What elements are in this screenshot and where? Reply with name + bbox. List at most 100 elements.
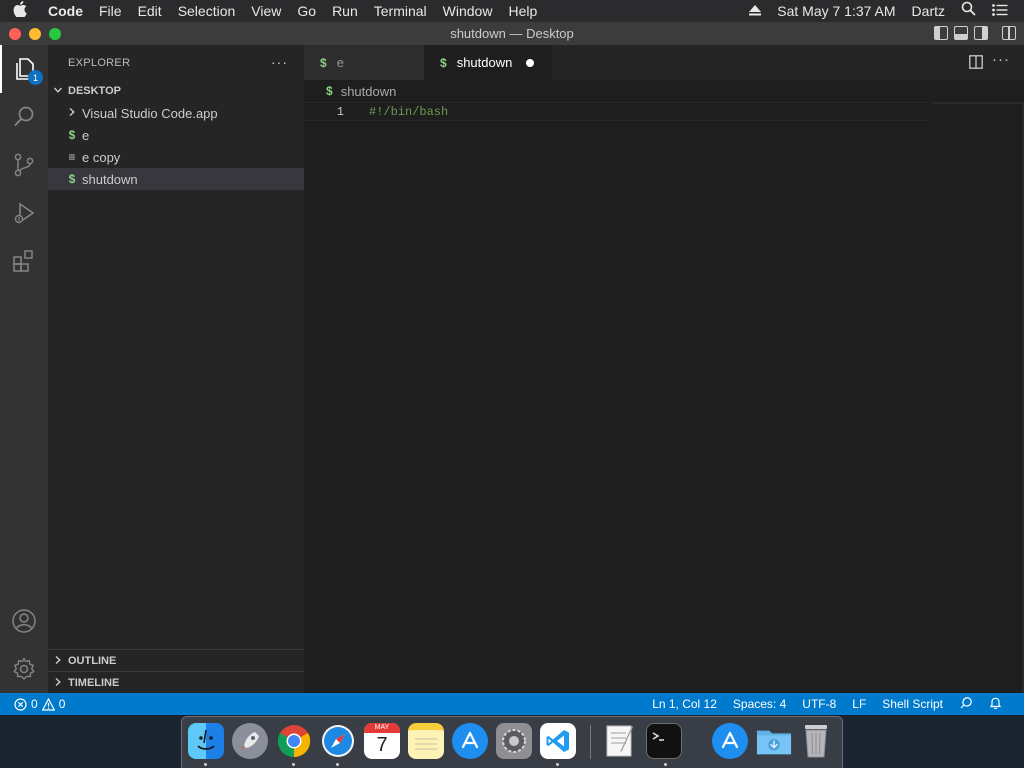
customize-layout-icon[interactable] — [1002, 26, 1016, 40]
problems-indicator[interactable]: 0 0 — [14, 693, 65, 715]
notifications-bell-icon[interactable] — [981, 696, 1010, 713]
feedback-icon[interactable] — [951, 696, 981, 713]
tree-item-label: Visual Studio Code.app — [82, 105, 218, 121]
toggle-primary-sidebar-icon[interactable] — [934, 26, 948, 40]
activity-bar: 1 — [0, 45, 48, 693]
finder-icon[interactable] — [188, 723, 224, 759]
timeline-label: TIMELINE — [68, 677, 120, 689]
tree-item-e[interactable]: $ e — [48, 124, 304, 146]
toggle-panel-icon[interactable] — [954, 26, 968, 40]
chevron-right-icon — [48, 677, 68, 690]
menu-go[interactable]: Go — [289, 0, 324, 22]
code-line[interactable]: 1 #!/bin/bash — [304, 102, 928, 121]
menu-window[interactable]: Window — [435, 0, 501, 22]
chevron-right-icon — [48, 655, 68, 668]
split-editor-icon[interactable] — [969, 55, 983, 69]
explorer-badge: 1 — [28, 70, 43, 85]
screen: Code File Edit Selection View Go Run Ter… — [0, 0, 1024, 768]
explorer-title: EXPLORER — [68, 56, 131, 69]
menu-file[interactable]: File — [91, 0, 130, 22]
status-bar: 0 0 Ln 1, Col 12 Spaces: 4 UTF-8 LF Shel… — [0, 693, 1024, 715]
outline-section[interactable]: OUTLINE — [48, 649, 304, 672]
eject-icon[interactable] — [741, 0, 769, 22]
tab-e[interactable]: $ e — [304, 45, 424, 80]
app-store-downloads-icon[interactable] — [712, 723, 748, 759]
menu-run[interactable]: Run — [324, 0, 366, 22]
downloads-folder-icon[interactable] — [756, 723, 792, 759]
toggle-secondary-sidebar-icon[interactable] — [974, 26, 988, 40]
language-mode[interactable]: Shell Script — [874, 697, 951, 711]
indentation[interactable]: Spaces: 4 — [725, 697, 794, 711]
tree-item-visual-studio-code-app[interactable]: Visual Studio Code.app — [48, 102, 304, 124]
tree-item-label: e copy — [82, 149, 121, 165]
tab-shutdown[interactable]: $ shutdown — [424, 45, 552, 80]
explorer-more-actions-icon[interactable]: ··· — [271, 54, 288, 70]
chevron-right-icon — [64, 106, 80, 120]
end-of-line[interactable]: LF — [844, 697, 874, 711]
cursor-position[interactable]: Ln 1, Col 12 — [644, 697, 725, 711]
running-indicator — [336, 763, 339, 766]
error-icon — [14, 697, 27, 711]
menu-selection[interactable]: Selection — [170, 0, 244, 22]
dock: MAY 7 — [181, 716, 843, 768]
mac-menu-bar: Code File Edit Selection View Go Run Ter… — [0, 0, 1024, 22]
menu-user[interactable]: Dartz — [904, 0, 953, 22]
tree-item-shutdown[interactable]: $ shutdown — [48, 168, 304, 190]
calendar-icon[interactable]: MAY 7 — [364, 723, 400, 759]
menu-code[interactable]: Code — [40, 0, 91, 22]
tab-label: shutdown — [456, 55, 513, 70]
accounts-icon[interactable] — [0, 597, 48, 645]
menu-terminal[interactable]: Terminal — [366, 0, 435, 22]
minimap[interactable] — [932, 102, 1024, 104]
menu-view[interactable]: View — [243, 0, 289, 22]
trash-icon[interactable] — [798, 723, 834, 759]
terminal-icon[interactable] — [646, 723, 682, 759]
menu-clock[interactable]: Sat May 7 1:37 AM — [769, 0, 903, 22]
run-debug-icon[interactable] — [0, 189, 48, 237]
shell-file-icon: $ — [440, 55, 447, 70]
warning-count: 0 — [58, 697, 66, 711]
text-file-icon: ≡ — [68, 150, 76, 164]
notes-icon[interactable] — [408, 723, 444, 759]
breadcrumb[interactable]: $ shutdown — [304, 80, 1024, 102]
safari-icon[interactable] — [320, 723, 356, 759]
settings-gear-icon[interactable] — [0, 645, 48, 693]
running-indicator — [664, 763, 667, 766]
menu-help[interactable]: Help — [500, 0, 545, 22]
editor-area: $ e $ shutdown ··· $ shutdown 1 #!/bin/b… — [304, 45, 1024, 693]
explorer-sidebar: EXPLORER ··· DESKTOP Visual Studio Code.… — [48, 45, 304, 693]
unsaved-dot-icon[interactable] — [526, 58, 535, 67]
calendar-month: MAY — [364, 723, 400, 733]
window-title: shutdown — Desktop — [450, 26, 574, 41]
running-indicator — [556, 763, 559, 766]
shell-file-icon: $ — [68, 172, 76, 186]
encoding[interactable]: UTF-8 — [794, 697, 844, 711]
launchpad-icon[interactable] — [232, 723, 268, 759]
chrome-icon[interactable] — [276, 723, 312, 759]
folder-section-desktop[interactable]: DESKTOP — [48, 80, 304, 102]
line-number: 1 — [336, 104, 344, 119]
vscode-icon[interactable] — [540, 723, 576, 759]
window-title-bar: shutdown — Desktop — [0, 22, 1024, 45]
code-text[interactable]: #!/bin/bash — [369, 105, 448, 119]
warning-icon — [41, 697, 55, 711]
breadcrumb-file[interactable]: shutdown — [341, 84, 397, 99]
system-preferences-icon[interactable] — [496, 723, 532, 759]
apple-logo-icon[interactable] — [0, 1, 40, 21]
tree-item-e-copy[interactable]: ≡ e copy — [48, 146, 304, 168]
source-control-icon[interactable] — [0, 141, 48, 189]
app-store-icon[interactable] — [452, 723, 488, 759]
running-indicator — [292, 763, 295, 766]
spotlight-search-icon[interactable] — [953, 0, 984, 22]
search-icon[interactable] — [0, 93, 48, 141]
folder-name: DESKTOP — [68, 85, 121, 97]
editor-more-actions-icon[interactable]: ··· — [992, 51, 1010, 68]
control-center-icon[interactable] — [984, 0, 1016, 22]
timeline-section[interactable]: TIMELINE — [48, 671, 304, 694]
running-indicator — [204, 763, 207, 766]
extensions-icon[interactable] — [0, 237, 48, 285]
textedit-icon[interactable] — [602, 723, 638, 759]
menu-edit[interactable]: Edit — [130, 0, 170, 22]
explorer-icon[interactable]: 1 — [0, 45, 48, 93]
tab-label: e — [336, 55, 344, 70]
